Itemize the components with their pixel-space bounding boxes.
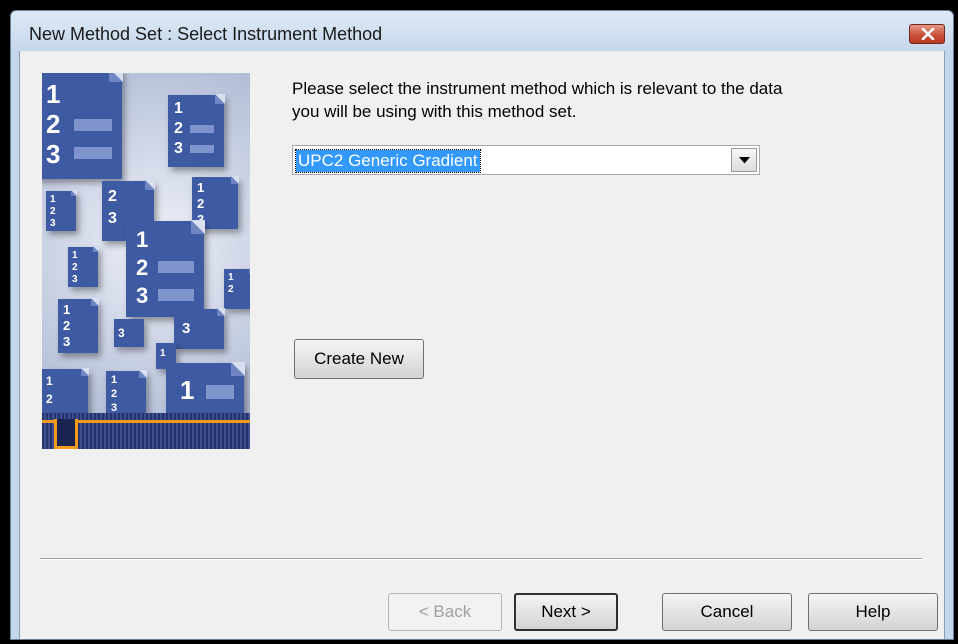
- wizard-illustration: 1 2 3 1 2 3 1 2 3 2 3 1 2 3 1 2 3 1 2 3 …: [42, 73, 250, 449]
- instruction-text: Please select the instrument method whic…: [292, 79, 783, 121]
- illustration-doc: 1 2: [42, 368, 89, 419]
- illustration-doc: 1 2 3: [46, 190, 77, 231]
- wizard-dialog: New Method Set : Select Instrument Metho…: [10, 10, 954, 640]
- create-new-button[interactable]: Create New: [294, 339, 424, 379]
- dropdown-button[interactable]: [731, 148, 757, 172]
- illustration-doc: 1 2 3: [58, 298, 99, 353]
- illustration-doc: 1 2: [224, 268, 250, 309]
- title-bar: New Method Set : Select Instrument Metho…: [11, 11, 953, 51]
- next-button[interactable]: Next >: [514, 593, 618, 631]
- cancel-button[interactable]: Cancel: [662, 593, 792, 631]
- illustration-doc: 1 2 3: [42, 73, 123, 179]
- illustration-doc: 3: [114, 319, 144, 347]
- illustration-doc: 1 2 3: [68, 246, 99, 287]
- footer-separator: [40, 558, 922, 560]
- illustration-doc: 1 2 3: [106, 370, 147, 419]
- illustration-doc: 1 2 3: [126, 220, 205, 317]
- close-button[interactable]: [909, 24, 945, 44]
- illustration-slot: [54, 419, 78, 449]
- instrument-method-select[interactable]: UPC2 Generic Gradient: [292, 145, 760, 175]
- illustration-doc: 3: [174, 308, 225, 349]
- illustration-doc: 1 2 3: [168, 94, 225, 167]
- back-button[interactable]: < Back: [388, 593, 502, 631]
- dialog-body: 1 2 3 1 2 3 1 2 3 2 3 1 2 3 1 2 3 1 2 3 …: [19, 51, 945, 639]
- close-icon: [921, 28, 935, 40]
- window-title: New Method Set : Select Instrument Metho…: [29, 24, 383, 44]
- chevron-down-icon: [739, 157, 750, 164]
- selected-method-value: UPC2 Generic Gradient: [295, 149, 481, 173]
- help-button[interactable]: Help: [808, 593, 938, 631]
